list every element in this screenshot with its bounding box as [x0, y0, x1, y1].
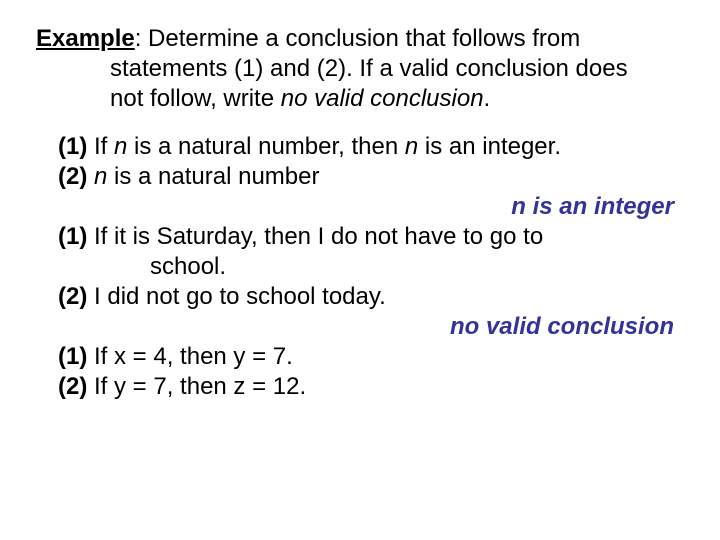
prompt-line2: statements (1) and (2). If a valid concl…	[36, 54, 684, 84]
slide: Example: Determine a conclusion that fol…	[0, 0, 720, 402]
p2-statement-1: (1) If it is Saturday, then I do not hav…	[58, 222, 684, 252]
prompt-line1: : Determine a conclusion that follows fr…	[135, 25, 581, 52]
p2-answer: no valid conclusion	[58, 312, 684, 342]
p3-statement-2: (2) If y = 7, then z = 12.	[58, 372, 684, 402]
p1-statement-1: (1) If n is a natural number, then n is …	[58, 132, 684, 162]
prompt-line3: not follow, write no valid conclusion.	[36, 84, 684, 114]
example-prompt: Example: Determine a conclusion that fol…	[36, 24, 684, 114]
problems: (1) If n is a natural number, then n is …	[36, 132, 684, 402]
p2-statement-1b: school.	[58, 252, 684, 282]
p1-statement-2: (2) n is a natural number	[58, 162, 684, 192]
p2-statement-2: (2) I did not go to school today.	[58, 282, 684, 312]
p3-statement-1: (1) If x = 4, then y = 7.	[58, 342, 684, 372]
example-label: Example	[36, 25, 135, 52]
p1-answer: n is an integer	[58, 192, 684, 222]
